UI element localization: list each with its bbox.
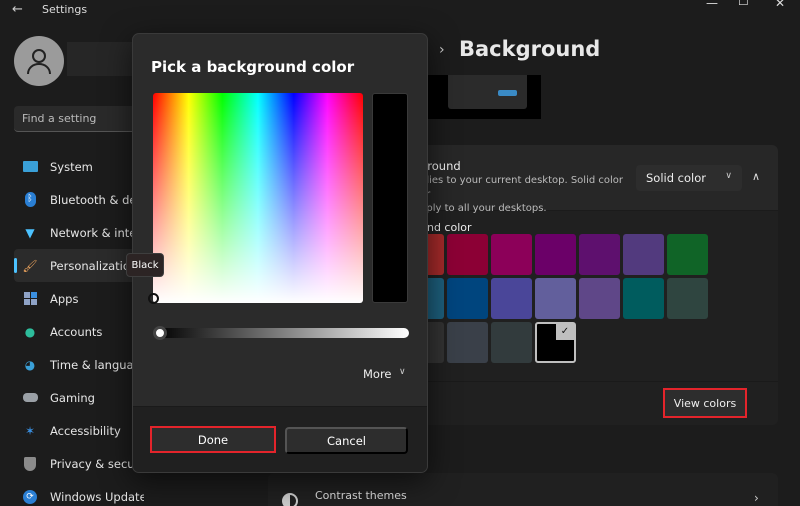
active-indicator: [14, 258, 17, 273]
color-swatch[interactable]: [447, 278, 488, 319]
search-input[interactable]: [14, 106, 144, 131]
sidebar-item-label: System: [50, 159, 93, 174]
person-icon: ●: [24, 324, 36, 339]
accessibility-icon: ✶: [24, 423, 36, 438]
select-value: Solid color: [646, 171, 706, 185]
sidebar-item-bluetooth[interactable]: ᛒ Bluetooth & devices: [14, 183, 144, 216]
account-name-block: [67, 42, 137, 76]
cancel-button[interactable]: Cancel: [285, 427, 408, 454]
minimize-button[interactable]: —: [706, 0, 718, 10]
color-spectrum[interactable]: [153, 93, 363, 303]
sidebar-item-label: Gaming: [50, 390, 95, 405]
sidebar-item-windows-update[interactable]: ⟳ Windows Update: [14, 480, 144, 506]
sidebar-nav: System ᛒ Bluetooth & devices ▼ Network &…: [14, 150, 144, 506]
background-type-select[interactable]: Solid color ∨: [636, 165, 742, 191]
color-swatch[interactable]: [491, 322, 532, 363]
chevron-right-icon: ›: [754, 491, 759, 505]
color-swatch[interactable]: [447, 322, 488, 363]
maximize-button[interactable]: ☐: [738, 0, 749, 8]
sidebar-item-network[interactable]: ▼ Network & internet: [14, 216, 144, 249]
page-title: Background: [459, 37, 601, 61]
preview-taskbar-accent: [498, 90, 517, 96]
sidebar-item-label: Network & internet: [50, 225, 144, 240]
desc-line: plies to your current desktop. Solid col…: [420, 175, 623, 200]
sidebar-item-apps[interactable]: Apps: [14, 282, 144, 315]
color-swatch[interactable]: [623, 278, 664, 319]
sidebar-item-privacy[interactable]: Privacy & security: [14, 447, 144, 480]
shield-icon: [22, 456, 38, 472]
person-icon: [27, 49, 51, 75]
contrast-themes-label: Contrast themes: [315, 489, 407, 502]
color-swatch[interactable]: [535, 234, 576, 275]
sidebar-item-label: Windows Update: [50, 489, 144, 504]
color-swatch[interactable]: ✓: [535, 322, 576, 363]
update-icon: ⟳: [22, 489, 38, 505]
more-button[interactable]: More: [363, 367, 392, 381]
gamepad-icon: [22, 390, 38, 406]
color-swatch[interactable]: [623, 234, 664, 275]
back-arrow-icon[interactable]: ←: [12, 2, 23, 17]
color-swatch[interactable]: [579, 278, 620, 319]
color-preview: [372, 93, 408, 303]
sidebar-item-label: Accounts: [50, 324, 103, 339]
breadcrumb-separator: ›: [439, 42, 445, 58]
color-swatch[interactable]: [535, 278, 576, 319]
wifi-icon: ▼: [25, 225, 35, 240]
background-setting-desc: plies to your current desktop. Solid col…: [420, 174, 630, 216]
brush-icon: 🖌: [22, 258, 38, 273]
sidebar-item-label: Privacy & security: [50, 456, 144, 471]
color-swatch[interactable]: [491, 278, 532, 319]
chevron-down-icon: ∨: [725, 171, 732, 181]
sidebar-item-personalization[interactable]: 🖌 Personalization: [14, 249, 144, 282]
monitor-icon: [22, 159, 38, 175]
globe-clock-icon: ◕: [24, 357, 36, 372]
chevron-down-icon[interactable]: ∨: [399, 367, 406, 377]
sidebar-item-label: Accessibility: [50, 423, 121, 438]
title-bar: ← Settings — ☐ ✕: [0, 0, 800, 22]
color-swatch[interactable]: [447, 234, 488, 275]
sidebar-item-accounts[interactable]: ● Accounts: [14, 315, 144, 348]
color-picker-dialog: Pick a background color More ∨ Done Canc…: [132, 33, 428, 473]
sidebar-item-label: Bluetooth & devices: [50, 192, 144, 207]
sidebar-item-system[interactable]: System: [14, 150, 144, 183]
color-swatch[interactable]: [667, 234, 708, 275]
sidebar-item-label: Personalization: [50, 258, 138, 273]
sidebar-item-label: Apps: [50, 291, 79, 306]
color-swatch[interactable]: [579, 234, 620, 275]
spectrum-handle[interactable]: [148, 293, 159, 304]
search-box[interactable]: [14, 106, 144, 132]
done-button[interactable]: Done: [150, 426, 276, 453]
contrast-icon: [282, 493, 298, 506]
app-title: Settings: [42, 3, 88, 16]
bluetooth-icon: ᛒ: [22, 192, 38, 208]
checkmark-icon: ✓: [556, 324, 574, 340]
color-swatch[interactable]: [667, 278, 708, 319]
settings-window: ← Settings — ☐ ✕ System ᛒ Bluetooth & de…: [0, 0, 800, 506]
close-button[interactable]: ✕: [775, 0, 785, 10]
chevron-up-icon[interactable]: ∧: [752, 170, 760, 183]
sidebar-item-accessibility[interactable]: ✶ Accessibility: [14, 414, 144, 447]
apps-icon: [22, 291, 38, 307]
dialog-title: Pick a background color: [151, 58, 355, 76]
desc-line: pply to all your desktops.: [420, 203, 547, 214]
slider-thumb[interactable]: [153, 326, 167, 340]
color-swatch[interactable]: [491, 234, 532, 275]
sidebar-item-label: Time & language: [50, 357, 144, 372]
color-name-tooltip: Black: [126, 253, 164, 277]
brightness-slider[interactable]: [155, 328, 409, 338]
avatar[interactable]: [14, 36, 64, 86]
sidebar-item-gaming[interactable]: Gaming: [14, 381, 144, 414]
sidebar-item-time-language[interactable]: ◕ Time & language: [14, 348, 144, 381]
view-colors-button[interactable]: View colors: [663, 388, 747, 418]
